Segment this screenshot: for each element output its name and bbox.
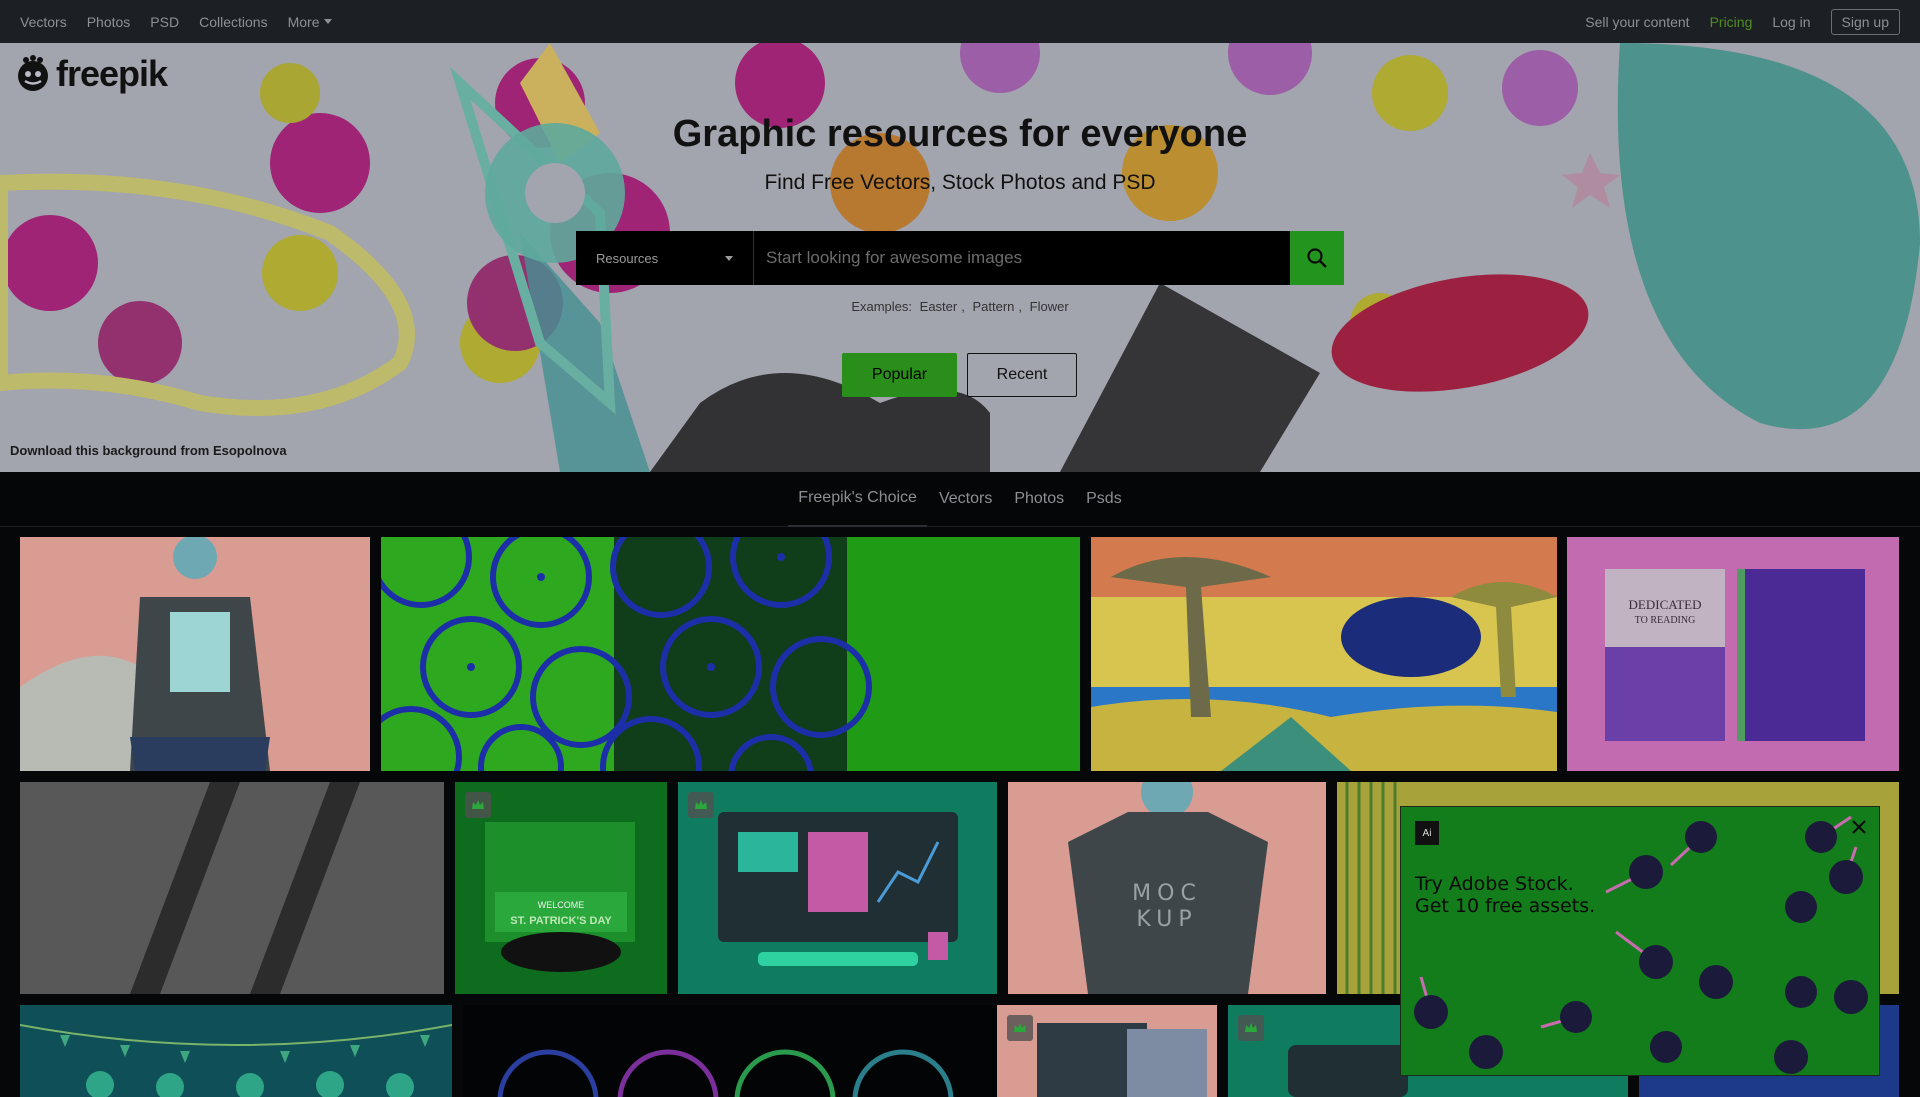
tire-tracks-texture (20, 782, 444, 994)
landscape-illustration (1091, 537, 1557, 771)
resource-tile[interactable] (678, 782, 997, 994)
premium-crown-icon (1238, 1015, 1264, 1041)
resource-tile[interactable] (1091, 537, 1557, 771)
search-icon (1307, 248, 1327, 268)
cherry-pattern-image (1414, 815, 1868, 1074)
tab-photos[interactable]: Photos (1004, 472, 1074, 527)
book-subtitle: TO READING (1635, 615, 1696, 626)
signup-button[interactable]: Sign up (1830, 8, 1900, 35)
nav-sell-content[interactable]: Sell your content (1585, 14, 1689, 30)
resource-type-select[interactable]: Resources (576, 231, 754, 285)
resource-tile[interactable] (997, 1005, 1217, 1097)
nav-pricing[interactable]: Pricing (1710, 14, 1753, 30)
chevron-down-icon (725, 255, 733, 261)
adobe-logo-icon: Ai (1415, 821, 1439, 845)
flyer-title: ST. PATRICK'S DAY (510, 915, 612, 927)
freepik-logo[interactable]: freepik (14, 53, 168, 95)
premium-crown-icon (688, 792, 714, 818)
resource-tile[interactable] (20, 782, 444, 994)
book-cover-mockup: DEDICATED TO READING (1567, 537, 1899, 771)
book-title: DEDICATED (1629, 597, 1702, 612)
nav-more-dropdown[interactable]: More (288, 14, 333, 30)
nav-login[interactable]: Log in (1772, 14, 1810, 30)
tshirt-mockup-photo: MOC KUP (1008, 782, 1326, 994)
premium-crown-icon (1007, 1015, 1033, 1041)
dashboard-illustration (678, 782, 997, 994)
nav-left: Vectors Photos PSD Collections More (20, 14, 333, 30)
nav-psd[interactable]: PSD (150, 14, 179, 30)
examples-label: Examples: (851, 299, 913, 314)
resource-tile[interactable] (20, 537, 370, 771)
citrus-slices-image (463, 1005, 997, 1097)
flyer-welcome: WELCOME (538, 900, 585, 910)
nav-vectors[interactable]: Vectors (20, 14, 67, 30)
resource-tile[interactable] (20, 1005, 452, 1097)
recent-button[interactable]: Recent (967, 353, 1077, 397)
nav-more-label: More (287, 13, 320, 30)
tshirt-mockup-photo (20, 537, 370, 771)
logo-wordmark: freepik (56, 53, 168, 94)
search-examples: Examples: Easter, Pattern, Flower (851, 299, 1069, 314)
hero-section: freepik Graphic resources for everyone F… (0, 43, 1920, 472)
resource-tile[interactable]: WELCOME ST. PATRICK'S DAY (455, 782, 667, 994)
ad-line-1: Try Adobe Stock. (1415, 873, 1574, 895)
nav-photos[interactable]: Photos (87, 14, 131, 30)
resource-tile[interactable] (463, 1005, 997, 1097)
resource-tile[interactable] (381, 537, 1080, 771)
tab-vectors[interactable]: Vectors (929, 472, 1002, 527)
party-illustration (20, 1005, 452, 1097)
close-icon[interactable] (1851, 819, 1867, 835)
tab-freepiks-choice[interactable]: Freepik's Choice (788, 472, 927, 527)
popular-button[interactable]: Popular (842, 353, 957, 397)
resource-tile[interactable]: MOC KUP (1008, 782, 1326, 994)
adobe-stock-ad[interactable]: Ai Try Adobe Stock. Get 10 free assets. (1400, 806, 1880, 1076)
example-link[interactable]: Easter (920, 299, 958, 314)
ad-line-2: Get 10 free assets. (1415, 895, 1596, 917)
search-button[interactable] (1290, 231, 1344, 285)
page: Vectors Photos PSD Collections More Sell… (0, 0, 1920, 1097)
freepik-logo-icon (18, 55, 48, 91)
top-navigation: Vectors Photos PSD Collections More Sell… (0, 0, 1920, 43)
content-tabs: Freepik's Choice Vectors Photos Psds (0, 472, 1920, 527)
resource-tile[interactable]: DEDICATED TO READING (1567, 537, 1899, 771)
search-bar: Resources (576, 231, 1344, 285)
tab-psds[interactable]: Psds (1076, 472, 1132, 527)
search-input[interactable] (754, 231, 1290, 285)
ad-headline: Try Adobe Stock. Get 10 free assets. (1415, 873, 1655, 917)
premium-crown-icon (465, 792, 491, 818)
chevron-down-icon (324, 19, 333, 24)
nav-right: Sell your content Pricing Log in Sign up (1585, 8, 1900, 35)
resource-type-value: Resources (596, 250, 659, 266)
hero-title: Graphic resources for everyone (672, 113, 1248, 155)
sort-toggle: Popular Recent (842, 353, 1077, 397)
nav-collections[interactable]: Collections (199, 14, 267, 30)
mockup-label-bottom: KUP (1136, 907, 1197, 932)
example-link[interactable]: Flower (1030, 299, 1069, 314)
example-link[interactable]: Pattern (972, 299, 1014, 314)
mockup-label-top: MOC (1132, 881, 1202, 906)
background-credit-link[interactable]: Download this background from Esopolnova (10, 443, 287, 458)
lime-pattern-image (381, 537, 1080, 771)
hero-subtitle: Find Free Vectors, Stock Photos and PSD (764, 171, 1156, 194)
